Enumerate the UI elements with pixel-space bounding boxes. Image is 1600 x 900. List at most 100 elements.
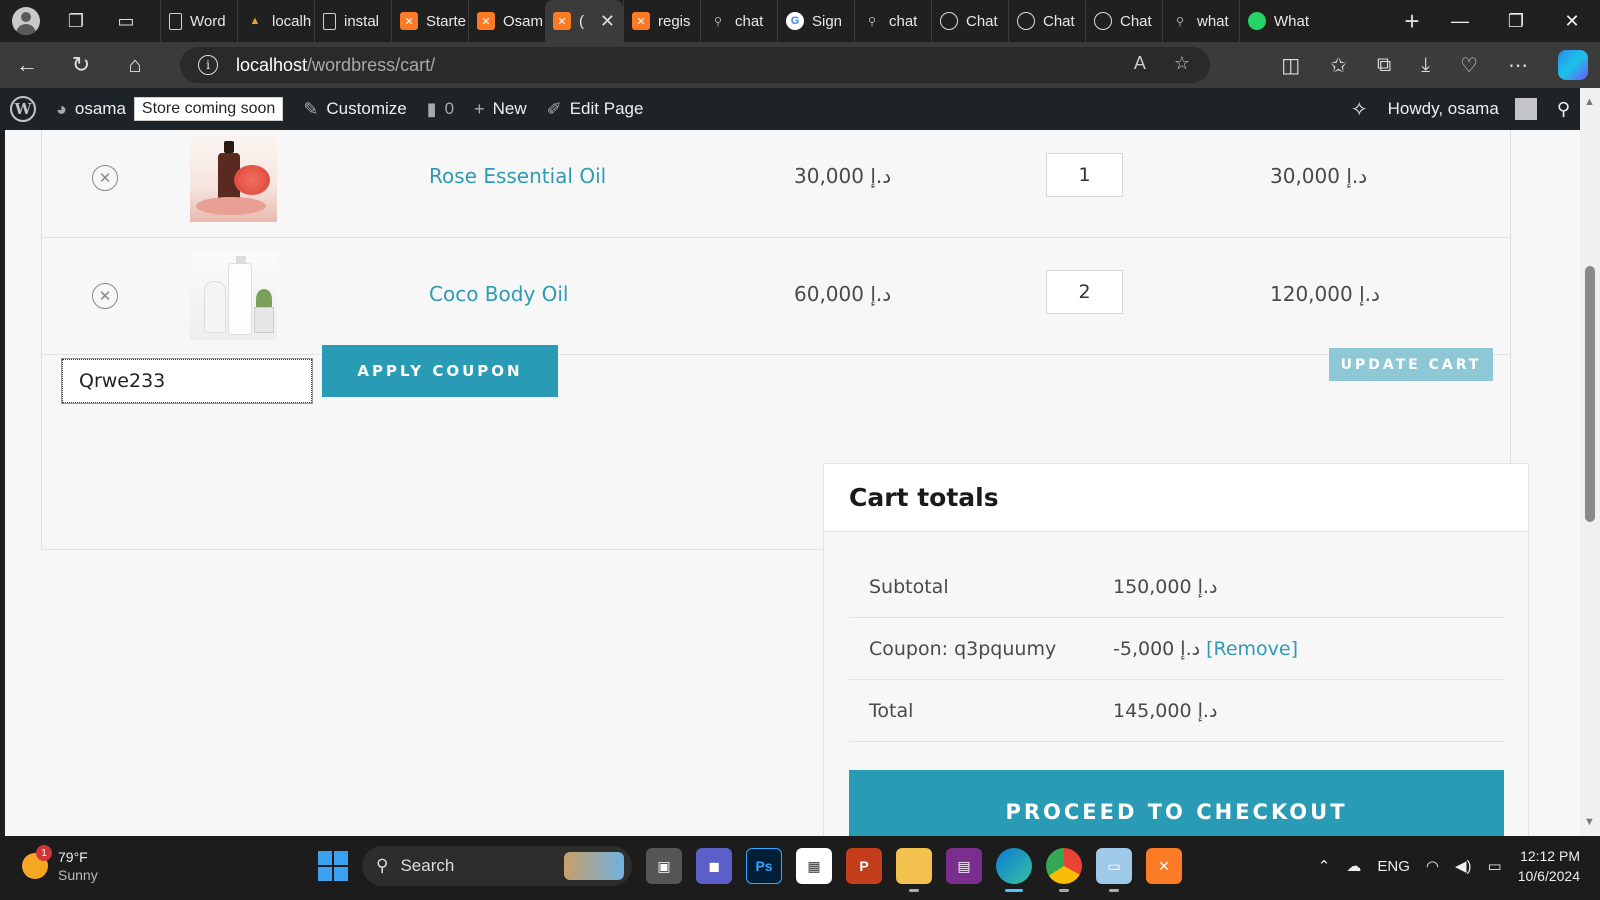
product-thumbnail[interactable] bbox=[190, 135, 277, 222]
scroll-thumb[interactable] bbox=[1585, 266, 1595, 522]
home-icon[interactable]: ⌂ bbox=[108, 52, 162, 78]
address-bar[interactable]: i localhost/wordbress/cart/ A ☆ bbox=[180, 47, 1210, 83]
vertical-tabs-icon[interactable]: ▭ bbox=[112, 7, 140, 35]
close-window-button[interactable]: ✕ bbox=[1544, 11, 1600, 32]
clock[interactable]: 12:12 PM 10/6/2024 bbox=[1518, 846, 1580, 886]
taskbar-search[interactable]: ⚲ Search bbox=[362, 846, 632, 886]
tab-label: localh bbox=[272, 12, 312, 30]
favorites-icon[interactable]: ✩ bbox=[1330, 53, 1347, 78]
language-indicator[interactable]: ENG bbox=[1377, 858, 1410, 875]
browser-tab[interactable]: ✕ Starte bbox=[391, 0, 468, 42]
browser-tab[interactable]: Word bbox=[160, 0, 237, 42]
chevron-up-icon[interactable]: ⌃ bbox=[1318, 857, 1331, 875]
collections-icon[interactable]: ⧉ bbox=[1377, 54, 1391, 77]
admin-search-button[interactable]: ⚲ bbox=[1547, 88, 1580, 130]
search-favicon-icon: ⚲ bbox=[1175, 15, 1185, 28]
copilot-icon[interactable] bbox=[1558, 50, 1588, 80]
address-toolbar: ← ↻ ⌂ i localhost/wordbress/cart/ A ☆ ◫ … bbox=[0, 42, 1600, 88]
battery-icon[interactable]: ▭ bbox=[1488, 857, 1502, 875]
wifi-icon[interactable]: ◠ bbox=[1426, 857, 1439, 875]
read-aloud-icon[interactable]: A bbox=[1134, 53, 1146, 74]
product-thumbnail[interactable] bbox=[190, 253, 277, 340]
start-button[interactable] bbox=[318, 851, 348, 881]
clock-time: 12:12 PM bbox=[1520, 848, 1580, 864]
tab-label: Chat bbox=[966, 12, 998, 30]
proceed-to-checkout-button[interactable]: PROCEED TO CHECKOUT bbox=[849, 770, 1504, 836]
minimize-button[interactable]: — bbox=[1432, 11, 1488, 32]
more-options-icon[interactable]: ⋯ bbox=[1508, 53, 1528, 78]
browser-tab[interactable]: instal bbox=[314, 0, 391, 42]
profile-icon[interactable] bbox=[12, 7, 40, 35]
winrar-icon[interactable]: ▤ bbox=[946, 848, 982, 884]
restore-button[interactable]: ❐ bbox=[1488, 11, 1544, 32]
apply-coupon-button[interactable]: APPLY COUPON bbox=[322, 345, 558, 397]
ai-favicon-icon bbox=[1017, 12, 1035, 30]
remote-desktop-icon[interactable]: ▭ bbox=[1096, 848, 1132, 892]
remove-item-icon[interactable]: ✕ bbox=[92, 283, 118, 309]
scroll-down-icon[interactable]: ▼ bbox=[1584, 816, 1595, 828]
coupon-code-input[interactable]: Qrwe233 bbox=[61, 358, 313, 404]
store-icon[interactable]: ▦ bbox=[796, 848, 832, 884]
new-content-menu[interactable]: + New bbox=[464, 88, 537, 130]
browser-tab[interactable]: ✕ regis bbox=[623, 0, 700, 42]
edge-icon[interactable] bbox=[996, 848, 1032, 892]
browser-tab[interactable]: ▲ localh bbox=[237, 0, 314, 42]
remove-coupon-link[interactable]: [Remove] bbox=[1206, 638, 1298, 660]
site-info-icon[interactable]: i bbox=[198, 55, 218, 75]
workspaces-icon[interactable]: ❐ bbox=[62, 7, 90, 35]
remove-item-icon[interactable]: ✕ bbox=[92, 165, 118, 191]
xampp-icon[interactable]: ✕ bbox=[1146, 848, 1182, 884]
scroll-up-icon[interactable]: ▲ bbox=[1584, 96, 1595, 108]
customize-link[interactable]: ✎ Customize bbox=[293, 88, 416, 130]
browser-tab[interactable]: ✕ Osam bbox=[468, 0, 545, 42]
photoshop-icon[interactable]: Ps bbox=[746, 848, 782, 884]
account-menu[interactable]: Howdy, osama bbox=[1378, 88, 1547, 130]
close-tab-icon[interactable]: ✕ bbox=[600, 11, 615, 32]
sun-icon: 1 bbox=[22, 845, 52, 879]
search-favicon-icon: ⚲ bbox=[713, 15, 723, 28]
tab-label: instal bbox=[344, 12, 380, 30]
chrome-icon[interactable] bbox=[1046, 848, 1082, 892]
browser-tab[interactable]: ✕ (✕ bbox=[545, 0, 623, 42]
ai-assistant-button[interactable]: ✧ bbox=[1341, 88, 1378, 130]
tab-label: Osam bbox=[503, 12, 544, 30]
wp-logo-menu[interactable]: W bbox=[0, 88, 46, 130]
page-scrollbar[interactable]: ▲ ▼ bbox=[1580, 88, 1600, 836]
file-explorer-icon[interactable] bbox=[896, 848, 932, 892]
task-view-icon[interactable]: ▣ bbox=[646, 848, 682, 884]
weather-widget[interactable]: 1 79°F Sunny bbox=[22, 845, 98, 884]
browser-tab[interactable]: ⚲ chat bbox=[700, 0, 777, 42]
volume-icon[interactable]: ◀) bbox=[1455, 857, 1472, 875]
tab-label: Sign bbox=[812, 12, 843, 30]
quantity-input[interactable]: 2 bbox=[1046, 270, 1123, 314]
browser-tab[interactable]: ⚲ chat bbox=[854, 0, 931, 42]
browser-tab[interactable]: ⚲ what bbox=[1162, 0, 1239, 42]
total-value: د.إ 145,000 bbox=[1113, 699, 1218, 722]
browser-tab[interactable]: Chat bbox=[1008, 0, 1085, 42]
refresh-icon[interactable]: ↻ bbox=[54, 52, 108, 78]
product-name-link[interactable]: Rose Essential Oil bbox=[429, 164, 606, 188]
new-tab-button[interactable]: + bbox=[1392, 6, 1432, 37]
site-name-menu[interactable]: ◕ osama Store coming soon bbox=[46, 88, 293, 130]
browser-tab[interactable]: What bbox=[1239, 0, 1316, 42]
comments-link[interactable]: ▮ 0 bbox=[417, 88, 464, 130]
back-icon[interactable]: ← bbox=[0, 52, 54, 78]
browser-tab[interactable]: Chat bbox=[931, 0, 1008, 42]
cart-totals: Cart totals Subtotal د.إ 150,000 Coupon:… bbox=[823, 463, 1529, 836]
new-label: New bbox=[492, 99, 527, 118]
onedrive-icon[interactable]: ☁ bbox=[1346, 857, 1361, 875]
browser-tab[interactable]: Chat bbox=[1085, 0, 1162, 42]
product-name-link[interactable]: Coco Body Oil bbox=[429, 282, 569, 306]
split-screen-icon[interactable]: ◫ bbox=[1281, 53, 1300, 78]
favorite-star-icon[interactable]: ☆ bbox=[1174, 53, 1190, 74]
cart-page: ✕ Rose Essential Oil د.إ 30,000 1 د.إ 30… bbox=[5, 130, 1580, 836]
browser-essentials-icon[interactable]: ♡ bbox=[1460, 53, 1478, 78]
browser-tab[interactable]: G Sign bbox=[777, 0, 854, 42]
quantity-input[interactable]: 1 bbox=[1046, 153, 1123, 197]
edit-page-link[interactable]: ✐ Edit Page bbox=[537, 88, 654, 130]
teams-icon[interactable]: ◼ bbox=[696, 848, 732, 884]
downloads-icon[interactable]: ⤓ bbox=[1421, 54, 1430, 77]
notification-badge: 1 bbox=[36, 845, 52, 861]
update-cart-button[interactable]: UPDATE CART bbox=[1329, 348, 1493, 381]
powerpoint-icon[interactable]: P bbox=[846, 848, 882, 884]
